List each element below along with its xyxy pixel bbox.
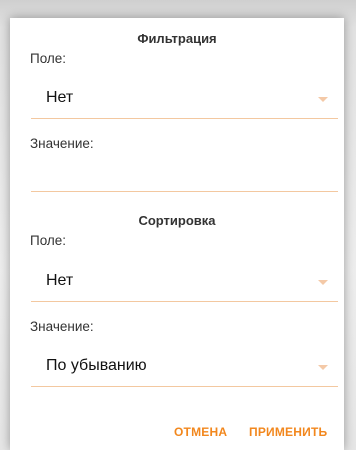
filter-field-dropdown[interactable]: Нет [31,80,338,119]
chevron-down-icon [318,97,328,102]
filter-field-value: Нет [46,89,74,106]
filter-sort-dialog: Фильтрация Поле: Нет Значение: Сортировк… [10,18,344,450]
chevron-down-icon [318,365,328,370]
sort-value-label: Значение: [30,319,94,334]
apply-button[interactable]: ПРИМЕНИТЬ [249,425,327,439]
sort-order-value: По убыванию [46,357,147,374]
sort-field-value: Нет [46,272,74,289]
sort-field-dropdown[interactable]: Нет [31,263,338,302]
filter-field-label: Поле: [30,51,67,66]
cancel-button[interactable]: ОТМЕНА [174,425,227,439]
filter-value-input[interactable] [31,161,338,192]
sort-order-dropdown[interactable]: По убыванию [31,348,338,387]
chevron-down-icon [318,280,328,285]
filter-section-title: Фильтрация [137,31,217,46]
background-frame: Фильтрация Поле: Нет Значение: Сортировк… [0,0,356,450]
filter-value-label: Значение: [30,136,94,151]
sort-section-title: Сортировка [138,213,216,228]
sort-field-label: Поле: [30,233,67,248]
